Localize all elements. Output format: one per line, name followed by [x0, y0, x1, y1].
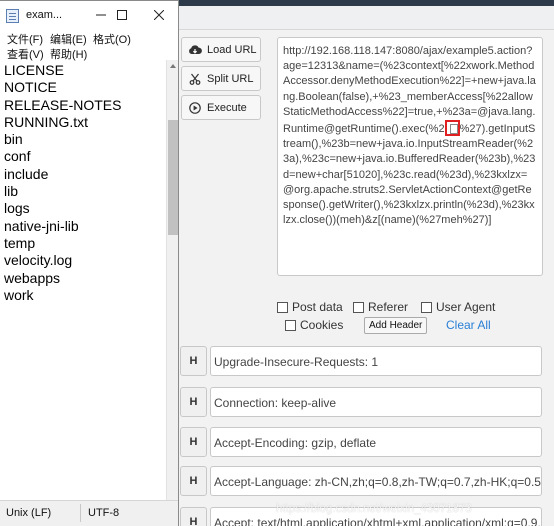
text-line: temp: [4, 234, 36, 251]
notepad-menu-bar: 文件(F) 编辑(E) 格式(O) 查看(V) 帮助(H): [0, 30, 178, 61]
menu-edit[interactable]: 编辑(E): [50, 31, 87, 47]
referer-label: Referer: [368, 300, 409, 314]
text-line: include: [4, 165, 49, 182]
text-line: work: [4, 286, 34, 303]
text-line: webapps: [4, 269, 61, 286]
status-encoding: UTF-8: [88, 507, 120, 519]
minimize-icon[interactable]: [90, 5, 112, 25]
load-url-button[interactable]: Load URL: [181, 37, 261, 62]
header-value-field[interactable]: Accept-Language: zh-CN,zh;q=0.8,zh-TW;q=…: [210, 466, 542, 496]
split-url-label: Split URL: [207, 72, 254, 85]
close-icon[interactable]: [148, 5, 170, 25]
header-row: H Upgrade-Insecure-Requests: 1: [180, 346, 542, 376]
header-value-field[interactable]: Connection: keep-alive: [210, 387, 542, 417]
header-toggle-button[interactable]: H: [180, 346, 207, 376]
text-line: velocity.log: [4, 252, 73, 269]
text-line: lib: [4, 183, 19, 200]
header-toggle-button[interactable]: H: [180, 507, 207, 526]
text-line: LICENSE: [4, 62, 64, 78]
notepad-text-area[interactable]: LICENSE NOTICE RELEASE-NOTES RUNNING.txt…: [0, 60, 166, 500]
header-row: H Accept-Encoding: gzip, deflate: [180, 427, 542, 457]
execute-label: Execute: [207, 101, 247, 114]
url-text-start: http://192.168.118.147:8080/ajax/example…: [283, 45, 536, 136]
notepad-window: exam... 文件(F) 编辑(E) 格式(O) 查看(V) 帮助(H) LI…: [0, 0, 179, 526]
user-agent-option[interactable]: User Agent: [421, 300, 495, 314]
url-textarea[interactable]: http://192.168.118.147:8080/ajax/example…: [277, 37, 543, 276]
user-agent-checkbox[interactable]: [421, 301, 432, 313]
text-line: NOTICE: [4, 79, 57, 96]
url-text-end: %27).getInputStream(),%23b=new+java.io.I…: [283, 123, 536, 227]
header-toggle-button[interactable]: H: [180, 387, 207, 417]
user-agent-label: User Agent: [436, 300, 496, 314]
referer-checkbox[interactable]: [353, 301, 364, 313]
vertical-scrollbar[interactable]: [166, 60, 178, 500]
post-data-label: Post data: [292, 300, 343, 314]
status-line-ending: Unix (LF): [6, 507, 52, 519]
text-line: bin: [4, 131, 23, 148]
notepad-app-icon: [6, 9, 19, 23]
header-row: H Accept-Language: zh-CN,zh;q=0.8,zh-TW;…: [180, 466, 542, 496]
clear-all-link[interactable]: Clear All: [446, 318, 491, 332]
add-header-button[interactable]: Add Header: [364, 317, 428, 334]
text-line: conf: [4, 148, 31, 165]
scroll-up-icon[interactable]: [170, 64, 176, 68]
scrollbar-thumb[interactable]: [168, 120, 178, 235]
highlighted-char-box: [444, 120, 460, 137]
cloud-download-icon: [188, 43, 202, 57]
post-data-option[interactable]: Post data: [277, 300, 343, 314]
post-data-checkbox[interactable]: [277, 301, 288, 313]
menu-format[interactable]: 格式(O): [93, 31, 131, 47]
header-toggle-button[interactable]: H: [180, 466, 207, 496]
referer-option[interactable]: Referer: [353, 300, 408, 314]
notepad-title-bar: exam...: [0, 1, 178, 30]
text-line: RELEASE-NOTES: [4, 96, 122, 113]
header-row: H Connection: keep-alive: [180, 387, 542, 417]
header-value-field[interactable]: Upgrade-Insecure-Requests: 1: [210, 346, 542, 376]
play-circle-icon: [188, 101, 202, 115]
status-divider: [80, 504, 81, 522]
notepad-status-bar: Unix (LF) UTF-8: [0, 500, 178, 526]
execute-button[interactable]: Execute: [181, 95, 261, 120]
cookies-option[interactable]: Cookies: [285, 318, 343, 332]
notepad-title: exam...: [26, 9, 63, 21]
text-line: logs: [4, 200, 30, 217]
cookies-label: Cookies: [300, 318, 344, 332]
header-value-field[interactable]: Accept-Encoding: gzip, deflate: [210, 427, 542, 457]
text-line: RUNNING.txt: [4, 113, 88, 130]
load-url-label: Load URL: [207, 43, 257, 56]
scissors-icon: [188, 72, 202, 86]
split-url-button[interactable]: Split URL: [181, 66, 261, 91]
header-toggle-button[interactable]: H: [180, 427, 207, 457]
cookies-checkbox[interactable]: [285, 319, 296, 331]
maximize-icon[interactable]: [111, 5, 133, 25]
menu-file[interactable]: 文件(F): [7, 31, 43, 47]
watermark: https://blog.csdn.net/weixin_43071873: [276, 503, 472, 515]
browser-tab-strip: [178, 0, 554, 6]
text-line: native-jni-lib: [4, 217, 79, 234]
